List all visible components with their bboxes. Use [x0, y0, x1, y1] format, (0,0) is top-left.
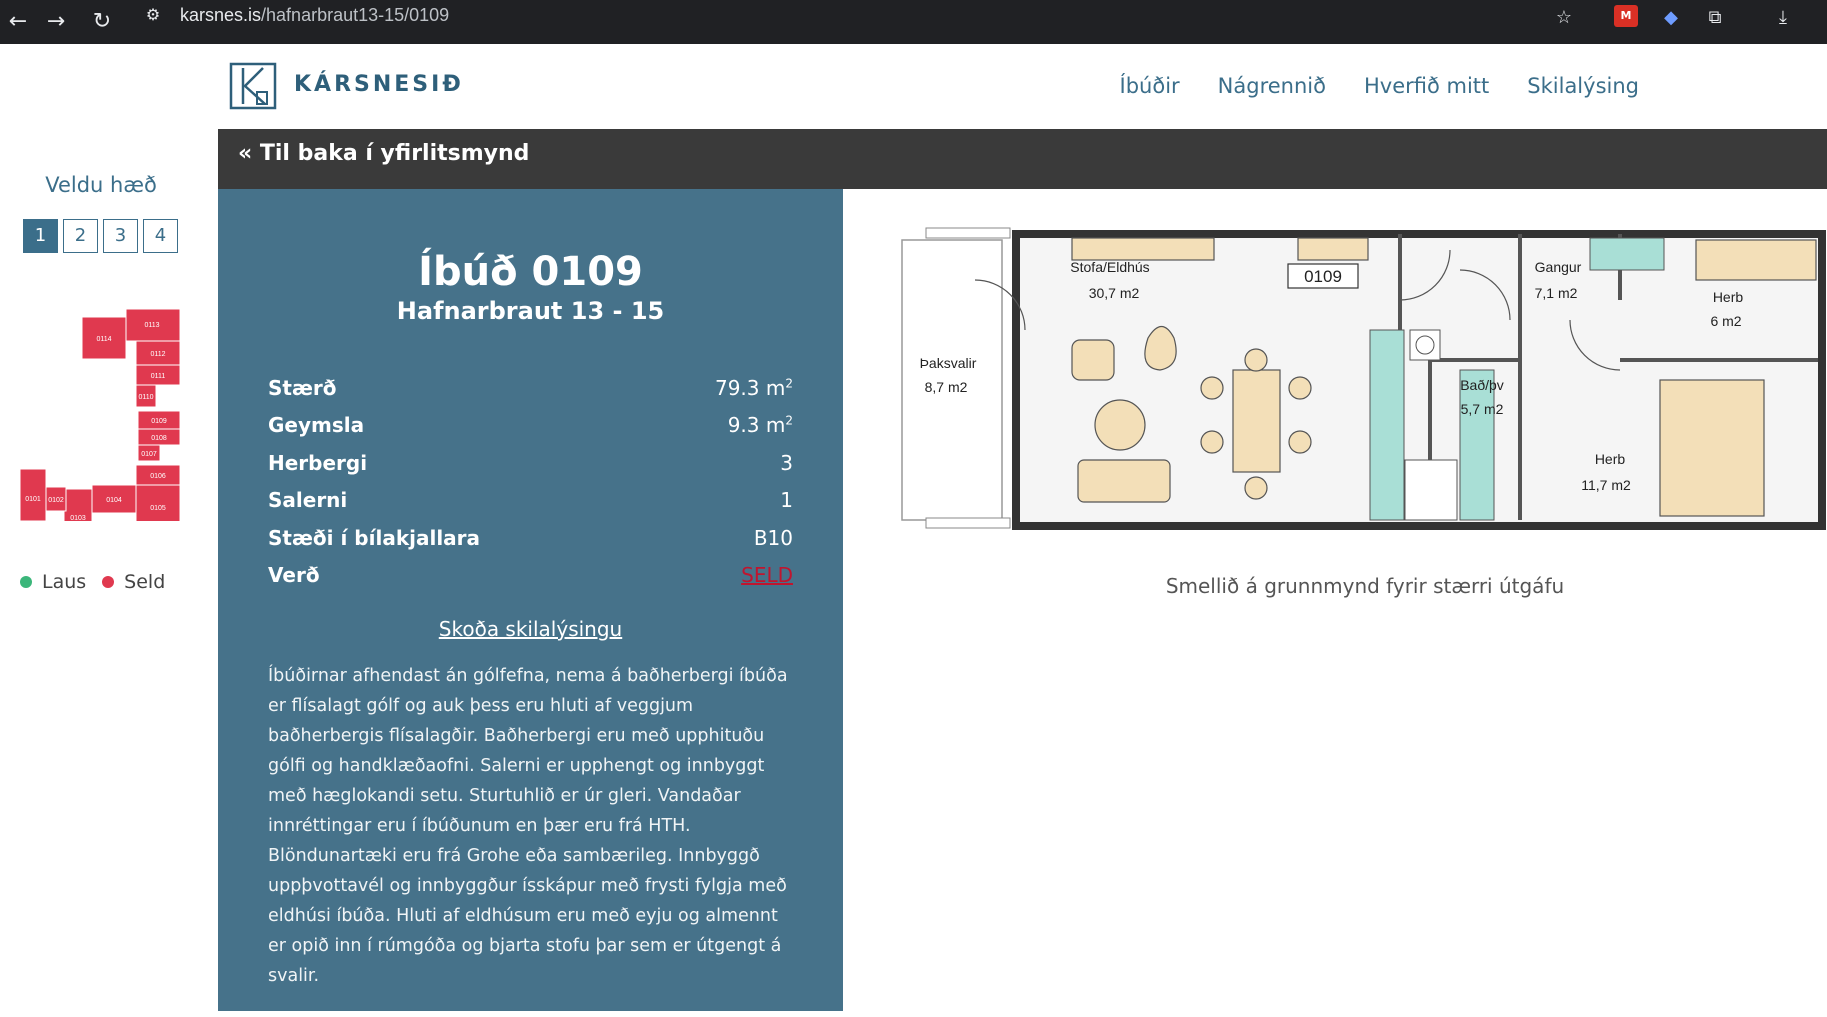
map-unit-0101[interactable] [19, 468, 47, 521]
back-arrow-icon[interactable]: ← [0, 4, 36, 40]
unit-label: 0109 [1304, 267, 1342, 286]
map-label-0104: 0104 [106, 497, 122, 504]
floor-button-1[interactable]: 1 [23, 219, 58, 253]
apartment-info-panel: Íbúð 0109 Hafnarbraut 13 - 15 Stærð 79.3… [218, 189, 843, 1011]
spec-label: Geymsla [268, 413, 365, 438]
map-label-0113: 0113 [144, 322, 159, 329]
room-area: 11,7 m2 [1581, 477, 1631, 493]
karsnes-logo-icon[interactable] [229, 62, 277, 110]
spec-label: Stærð [268, 375, 337, 400]
legend-label-seld: Seld [124, 571, 166, 593]
spec-value: 9.3 m2 [727, 413, 793, 438]
map-label-0101: 0101 [25, 496, 41, 503]
map-label-0111: 0111 [151, 373, 166, 380]
apartment-description: Íbúðirnar afhendast án gólfefna, nema á … [268, 666, 788, 986]
map-label-0103: 0103 [70, 515, 86, 521]
download-icon[interactable]: ⤓ [1768, 3, 1798, 33]
legend-label-laus: Laus [42, 571, 87, 593]
floor-buttons: 1 2 3 4 [23, 219, 178, 253]
map-label-0102: 0102 [48, 497, 64, 504]
nav-nagrennid[interactable]: Nágrennið [1218, 74, 1326, 98]
apartment-specs: Stærð 79.3 m2 Geymsla 9.3 m2 Herbergi 3 … [268, 369, 793, 594]
url-host: karsnes.is [180, 5, 262, 25]
spec-row-price: Verð SELD [268, 557, 793, 595]
floor-button-3[interactable]: 3 [103, 219, 138, 253]
spec-row-rooms: Herbergi 3 [268, 444, 793, 482]
back-to-overview-link[interactable]: « Til baka í yfirlitsmynd [238, 141, 529, 166]
extensions-puzzle-icon[interactable]: ⧉ [1700, 3, 1730, 33]
floor-select-title: Veldu hæð [45, 173, 157, 197]
map-label-0105: 0105 [150, 505, 166, 512]
address-bar[interactable]: karsnes.is/hafnarbraut13-15/0109 [180, 5, 449, 26]
spec-row-size: Stærð 79.3 m2 [268, 369, 793, 407]
map-label-0106: 0106 [150, 473, 166, 480]
spec-label: Salerni [268, 488, 348, 513]
map-label-0114: 0114 [96, 336, 111, 343]
map-label-0110: 0110 [138, 394, 153, 401]
spec-value: 3 [780, 450, 793, 475]
map-label-0108: 0108 [151, 435, 167, 442]
room-area: 7,1 m2 [1535, 285, 1578, 301]
spec-value: 79.3 m2 [714, 375, 793, 400]
map-label-0107: 0107 [141, 451, 157, 458]
extension-diamond-icon[interactable]: ◆ [1656, 3, 1686, 33]
map-unit-0105[interactable] [135, 484, 181, 521]
available-dot-icon [20, 576, 32, 588]
url-path: /hafnarbraut13-15/0109 [261, 5, 450, 25]
sold-dot-icon [102, 576, 115, 588]
room-name: Bað/þv [1460, 377, 1504, 393]
nav-skilalysing[interactable]: Skilalýsing [1527, 74, 1639, 98]
apartment-title: Íbúð 0109 [418, 249, 643, 295]
room-area: 5,7 m2 [1461, 401, 1504, 417]
map-label-0112: 0112 [150, 351, 165, 358]
room-name: Þaksvalir [920, 355, 977, 371]
room-name: Herb [1595, 451, 1626, 467]
room-area: 8,7 m2 [925, 379, 968, 395]
site-header: KÁRSNESIÐ Íbúðir Nágrennið Hverfið mitt … [0, 44, 1827, 129]
site-info-icon[interactable]: ⚙ [142, 4, 164, 26]
spec-label: Stæði í bílakjallara [268, 525, 481, 550]
map-label-0109: 0109 [151, 418, 167, 425]
sold-status-link[interactable]: SELD [741, 563, 793, 587]
extension-badge-icon[interactable]: M [1614, 5, 1638, 27]
room-area: 6 m2 [1710, 313, 1741, 329]
spec-row-parking: Stæði í bílakjallara B10 [268, 519, 793, 557]
spec-value: B10 [753, 525, 793, 550]
room-name: Stofa/Eldhús [1070, 259, 1149, 275]
floor-button-4[interactable]: 4 [143, 219, 178, 253]
logo-text[interactable]: KÁRSNESIÐ [294, 72, 464, 97]
floor-sidebar: Veldu hæð 1 2 3 4 0114 0113 0112 0111 01… [0, 129, 218, 1017]
apartment-address: Hafnarbraut 13 - 15 [396, 297, 665, 325]
legend-laus: Laus [20, 571, 86, 593]
floor-plan-image[interactable]: 0109 Stofa/Eldhús 30,7 m2 Gangur 7,1 m2 … [900, 220, 1827, 540]
bookmark-star-icon[interactable]: ☆ [1549, 3, 1579, 33]
spec-value: 1 [780, 488, 793, 513]
forward-arrow-icon[interactable]: → [38, 4, 74, 40]
spec-row-storage: Geymsla 9.3 m2 [268, 407, 793, 445]
legend-seld: Seld [102, 571, 165, 593]
floor-mini-map[interactable]: 0114 0113 0112 0111 0110 0109 0108 0107 … [18, 281, 188, 521]
reload-icon[interactable]: ↻ [84, 4, 120, 40]
spec-row-toilets: Salerni 1 [268, 482, 793, 520]
back-bar: « Til baka í yfirlitsmynd [218, 129, 1827, 189]
floor-plan-caption: Smellið á grunnmynd fyrir stærri útgáfu [1165, 574, 1565, 598]
nav-ibudir[interactable]: Íbúðir [1120, 74, 1180, 98]
room-name: Herb [1713, 289, 1744, 305]
view-specification-link[interactable]: Skoða skilalýsingu [218, 617, 843, 641]
availability-legend: Laus Seld [20, 571, 165, 593]
main-nav: Íbúðir Nágrennið Hverfið mitt Skilalýsin… [1120, 74, 1639, 98]
nav-hverfid-mitt[interactable]: Hverfið mitt [1364, 74, 1489, 98]
room-area: 30,7 m2 [1089, 285, 1140, 301]
floor-button-2[interactable]: 2 [63, 219, 98, 253]
room-name: Gangur [1535, 259, 1582, 275]
spec-label: Herbergi [268, 450, 368, 475]
browser-toolbar: ← → ↻ ⚙ karsnes.is/hafnarbraut13-15/0109… [0, 0, 1827, 44]
spec-label: Verð [268, 563, 320, 588]
